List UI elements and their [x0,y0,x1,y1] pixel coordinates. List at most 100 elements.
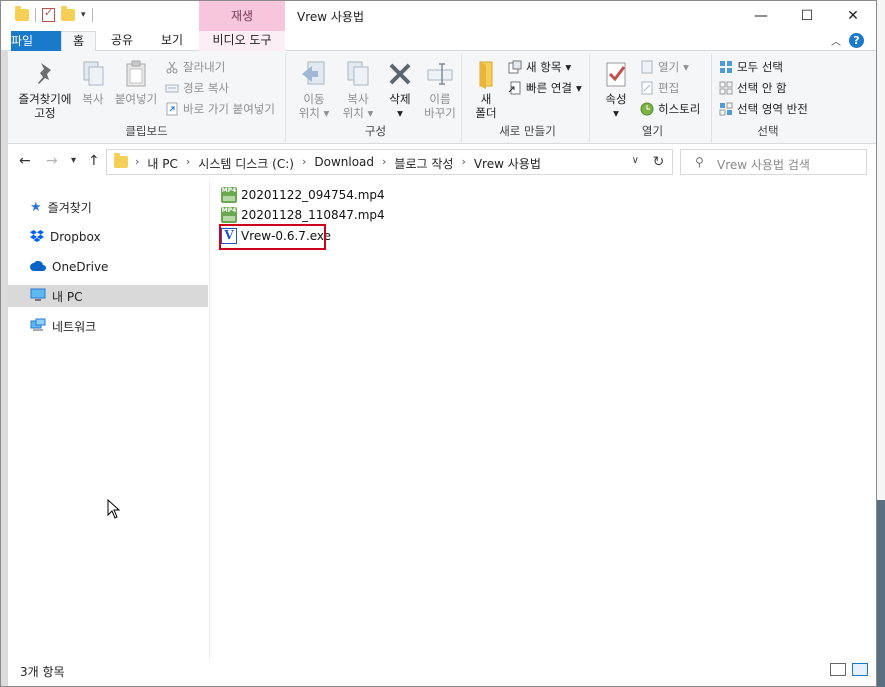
select-all-icon [719,60,733,74]
toolbar-divider [35,8,36,22]
breadcrumb-separator[interactable]: › [135,155,139,172]
pane-divider[interactable] [209,181,210,659]
new-item-icon [508,60,522,74]
network-icon [30,318,46,335]
nav-item-onedrive[interactable]: OneDrive [8,256,208,278]
breadcrumb-item-download[interactable]: Download [314,155,374,172]
copy-label: 복사 [82,92,104,106]
address-bar[interactable]: › 내 PC › 시스템 디스크 (C:) › Download › 블로그 작… [106,149,646,175]
quick-access-toolbar: ▾ [15,6,93,22]
select-all-button[interactable]: 모두 선택 [719,60,783,74]
delete-x-icon [384,58,416,90]
cloud-icon [30,260,46,274]
nav-item-dropbox[interactable]: Dropbox [8,226,208,248]
help-icon[interactable]: ? [849,33,864,48]
search-input[interactable]: ⚲ Vrew 사용법 검색 [680,149,867,175]
maximize-button[interactable]: ☐ [784,1,830,31]
edit-button[interactable]: 편집 [640,81,679,95]
customize-toolbar-icon[interactable]: ▾ [81,10,86,20]
desktop-background-strip [877,0,885,687]
tab-share[interactable]: 공유 [101,31,143,51]
list-item[interactable]: MP4 20201122_094754.mp4 [221,185,385,205]
view-switcher [830,663,868,676]
easy-access-label: 빠른 연결 [526,81,572,95]
list-item[interactable]: MP4 20201128_110847.mp4 [221,205,385,225]
copy-to-label-line1: 복사 [347,92,369,106]
breadcrumb-item-vrew[interactable]: Vrew 사용법 [474,155,541,172]
history-label: 히스토리 [658,102,701,116]
shortcut-icon [165,102,179,116]
select-none-button[interactable]: 선택 안 함 [719,81,787,95]
invert-selection-button[interactable]: 선택 영역 반전 [719,102,808,116]
organize-group: 이동 위치 ▾ 복사 위치 ▾ 삭제 ▾ 이름 바꾸기 구성 [290,54,462,142]
move-to-button[interactable]: 이동 위치 ▾ [294,58,334,120]
rename-button[interactable]: 이름 바꾸기 [420,58,460,120]
up-arrow-icon[interactable]: ↑ [88,153,100,169]
delete-button[interactable]: 삭제 ▾ [382,58,418,120]
breadcrumb-item-blog[interactable]: 블로그 작성 [394,155,453,172]
minimize-button[interactable]: — [738,1,784,31]
copy-path-label: 경로 복사 [183,81,229,95]
search-icon: ⚲ [695,155,704,169]
copy-to-button[interactable]: 복사 위치 ▾ [338,58,378,120]
breadcrumb-separator[interactable]: › [186,155,190,172]
tab-file[interactable]: 파일 [11,31,61,51]
large-icons-view-icon[interactable] [852,663,868,676]
refresh-button[interactable]: ↻ [645,149,673,175]
properties-quick-icon[interactable] [42,6,55,22]
forward-arrow-icon[interactable]: → [46,153,58,169]
address-dropdown-icon[interactable]: ∨ [632,155,639,166]
history-button[interactable]: 히스토리 [640,102,700,116]
properties-dropdown-icon[interactable]: ▾ [600,106,632,120]
properties-button[interactable]: 속성 ▾ [600,58,632,120]
paste-button[interactable]: 붙여넣기 [112,58,160,106]
select-group: 모두 선택 선택 안 함 선택 영역 반전 선택 [716,54,820,142]
pin-to-quick-access-button[interactable]: 즐겨찾기에 고정 [12,58,78,120]
nav-item-network[interactable]: 네트워크 [8,315,208,337]
rename-label-line2: 바꾸기 [424,106,456,120]
new-folder-icon [472,58,504,90]
close-button[interactable]: ✕ [830,1,876,31]
dropbox-icon [30,229,44,245]
breadcrumb-separator[interactable]: › [461,155,465,172]
new-group: 새 폴더 새 항목 ▾ 빠른 연결 ▾ 새로 만들기 [466,54,590,142]
details-view-icon[interactable] [830,663,846,676]
folder-icon [15,6,29,21]
tab-home[interactable]: 홈 [61,31,96,52]
rename-icon [424,58,456,90]
copy-button[interactable]: 복사 [78,58,108,106]
copy-path-button[interactable]: 경로 복사 [165,81,229,95]
breadcrumb-item-system-disk[interactable]: 시스템 디스크 (C:) [198,155,294,172]
easy-access-dropdown-icon: ▾ [575,81,582,95]
cut-button[interactable]: 잘라내기 [165,60,225,74]
nav-item-quick-access[interactable]: ★ 즐겨찾기 [8,196,208,218]
paste-shortcut-button[interactable]: 바로 가기 붙여넣기 [165,102,275,116]
mp4-file-icon: MP4 [221,207,237,223]
back-arrow-icon[interactable]: ← [19,153,31,169]
recent-locations-icon[interactable]: ▾ [71,155,76,166]
properties-check-icon [600,58,632,90]
tab-video-tools[interactable]: 비디오 도구 [199,31,285,51]
search-placeholder: Vrew 사용법 검색 [717,158,810,172]
delete-dropdown-icon[interactable]: ▾ [382,106,418,120]
paste-shortcut-label: 바로 가기 붙여넣기 [183,102,275,116]
easy-access-button[interactable]: 빠른 연결 ▾ [508,81,582,95]
new-folder-quick-icon[interactable] [61,6,75,21]
new-folder-button[interactable]: 새 폴더 [472,58,500,120]
collapse-ribbon-icon[interactable]: ︿ [831,33,841,48]
move-icon [298,58,330,90]
tab-view[interactable]: 보기 [151,31,193,51]
breadcrumb-item-this-pc[interactable]: 내 PC [147,155,177,172]
path-icon [165,81,179,95]
nav-item-this-pc[interactable]: 내 PC [8,285,208,307]
breadcrumb-separator[interactable]: › [302,155,306,172]
breadcrumb: › 내 PC › 시스템 디스크 (C:) › Download › 블로그 작… [135,155,541,172]
nav-item-label: 내 PC [52,289,83,304]
select-group-label: 선택 [757,124,779,138]
nav-item-label: Dropbox [50,230,101,244]
select-none-icon [719,81,733,95]
breadcrumb-separator[interactable]: › [382,155,386,172]
new-item-button[interactable]: 새 항목 ▾ [508,60,571,74]
open-button[interactable]: 열기 ▾ [640,60,689,74]
new-item-label: 새 항목 [526,60,562,74]
